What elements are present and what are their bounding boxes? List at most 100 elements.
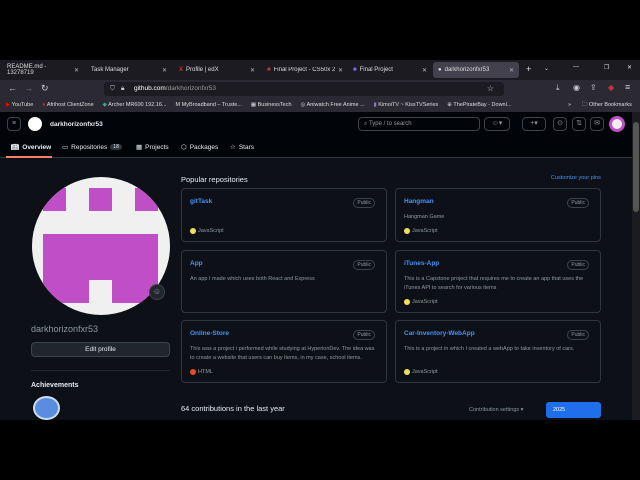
close-icon[interactable]: ✕ [162, 67, 167, 74]
url-host: github.com [134, 85, 166, 92]
menu-icon[interactable]: ≡ [625, 82, 630, 92]
year-2025-button[interactable]: 2025 [546, 402, 601, 418]
close-icon[interactable]: ✕ [74, 67, 79, 74]
visibility-badge: Public [567, 198, 589, 208]
repo-icon: ▭ [62, 144, 69, 151]
extension-icon[interactable]: ◉ [573, 83, 580, 92]
close-icon[interactable]: ✕ [422, 67, 427, 74]
bookmarks-bar: ▶ YouTube ● Afrihost ClientZone ◆ Archer… [0, 98, 640, 112]
achievements-heading: Achievements [31, 382, 79, 389]
language-color-dot [404, 228, 410, 234]
edit-profile-button[interactable]: Edit profile [31, 342, 170, 357]
star-icon[interactable]: ☆ [487, 82, 494, 96]
search-icon: ⌕ [364, 121, 368, 127]
url-input[interactable]: ⛉ 🔒︎ github.com/darkhorizonfxr53 ☆ [104, 82, 504, 96]
bookmark[interactable]: M MyBroadband – Truste... [176, 102, 242, 108]
repo-name-link[interactable]: gitTask [190, 198, 212, 205]
new-tab-icon[interactable]: + [526, 64, 531, 74]
visibility-badge: Public [567, 260, 589, 270]
tab-label: Task Manager [91, 67, 129, 73]
pull-requests-icon[interactable]: ⇅ [572, 117, 586, 131]
repo-language: JavaScript [404, 299, 438, 305]
contribution-settings-button[interactable]: Contribution settings ▾ [469, 407, 523, 413]
tab-edx[interactable]: X Profile | edX ✕ [174, 62, 260, 78]
tab-final-project[interactable]: ■ Final Project ✕ [348, 62, 432, 78]
repo-card: Car-Inventory-WebApp Public This is a proj… [395, 320, 601, 383]
scrollbar-thumb[interactable] [633, 122, 639, 212]
repo-card: Online-Store Public This was a project i p… [181, 320, 387, 383]
repo-name-link[interactable]: iTunes-App [404, 260, 439, 267]
package-icon: ⬡ [181, 144, 187, 151]
forward-icon[interactable]: → [24, 83, 33, 93]
tab-label: Final Project [359, 67, 393, 73]
bookmark[interactable]: ▮ KimoiTV ~ KissTVSeries [374, 102, 439, 108]
hamburger-menu-button[interactable]: ≡ [7, 117, 21, 131]
user-avatar[interactable] [609, 116, 625, 132]
addon-icon[interactable]: ◆ [608, 83, 614, 92]
repo-description: An app I made which uses both React and … [190, 276, 315, 282]
back-icon[interactable]: ← [8, 83, 17, 93]
harvard-icon: ■ [267, 67, 271, 73]
bookmark[interactable]: ▶ YouTube [6, 102, 33, 108]
tab-cs50[interactable]: ■ Final Project - CS50x 20 ✕ [262, 62, 348, 78]
share-icon[interactable]: ⇪ [590, 83, 597, 92]
tab-packages[interactable]: ⬡ Packages [181, 143, 218, 152]
scrollbar[interactable] [632, 112, 640, 420]
create-new-button[interactable]: +▾ [522, 117, 546, 131]
customize-pins-link[interactable]: Customize your pins [551, 175, 601, 181]
repo-name-link[interactable]: Online-Store [190, 330, 229, 337]
close-icon[interactable]: ✕ [250, 67, 255, 74]
tab-overview[interactable]: 📖︎ Overview [11, 143, 51, 152]
repo-card: App Public An app I made which uses both R… [181, 250, 387, 313]
maximize-icon[interactable]: ❐ [604, 64, 609, 71]
github-icon: ● [438, 67, 442, 73]
language-color-dot [190, 228, 196, 234]
tab-projects[interactable]: ▦ Projects [136, 143, 169, 152]
divider [31, 370, 170, 371]
bookmark[interactable]: ◎ Aniwatch Free Anime ... [301, 102, 365, 108]
copilot-button[interactable]: ☺▾ [484, 117, 510, 131]
achievement-badge[interactable] [33, 396, 60, 420]
book-icon: 📖︎ [11, 144, 20, 151]
inbox-icon[interactable]: ✉ [590, 117, 604, 131]
bookmark[interactable]: ◆ Archer MR600 192.16... [103, 102, 167, 108]
close-icon[interactable]: ✕ [509, 67, 514, 74]
tab-stars[interactable]: ☆ Stars [230, 143, 254, 152]
tab-repositories[interactable]: ▭ Repositories 18 [62, 143, 122, 151]
github-logo-icon[interactable] [28, 117, 42, 131]
visibility-badge: Public [567, 330, 589, 340]
header-username[interactable]: darkhorizonfxr53 [50, 121, 103, 128]
repo-name-link[interactable]: Hangman [404, 198, 434, 205]
more-bookmarks-icon[interactable]: » [568, 102, 571, 108]
tab-list-icon[interactable]: ⌄ [544, 65, 549, 72]
other-bookmarks[interactable]: 🗀︎ Other Bookmarks [582, 101, 632, 110]
set-status-icon[interactable]: ☺ [149, 284, 165, 300]
reload-icon[interactable]: ↻ [41, 83, 49, 94]
repo-name-link[interactable]: App [190, 260, 203, 267]
bookmark[interactable]: ▦ BusinessTech [251, 102, 292, 108]
popular-repos-heading: Popular repositories [181, 175, 248, 184]
github-header: ≡ darkhorizonfxr53 ⌕ Type / to search ☺▾… [0, 112, 632, 138]
bookmark[interactable]: ⊕ ThePirateBay - Downl... [447, 102, 511, 108]
address-bar: ← → ↻ ⛉ 🔒︎ github.com/darkhorizonfxr53 ☆ ⤓ … [0, 80, 640, 98]
tab-github[interactable]: ● darkhorizonfxr53 ✕ [433, 62, 519, 78]
star-icon: ☆ [230, 144, 236, 151]
issues-icon[interactable]: ⊙ [553, 117, 567, 131]
profile-username: darkhorizonfxr53 [31, 324, 99, 334]
tab-readme[interactable]: README.md - 13278719 ✕ [2, 62, 84, 78]
repo-language: JavaScript [404, 228, 438, 234]
github-page: ≡ darkhorizonfxr53 ⌕ Type / to search ☺▾… [0, 112, 632, 420]
close-window-icon[interactable]: ✕ [627, 64, 632, 71]
close-icon[interactable]: ✕ [338, 67, 343, 74]
search-input[interactable]: ⌕ Type / to search [358, 117, 480, 131]
repo-name-link[interactable]: Car-Inventory-WebApp [404, 330, 475, 337]
tab-label: Profile | edX [186, 67, 219, 73]
tab-task-manager[interactable]: Task Manager ✕ [86, 62, 172, 78]
download-icon[interactable]: ⤓ [556, 83, 560, 93]
tab-label: Final Project - CS50x 20 [273, 67, 335, 73]
visibility-badge: Public [353, 260, 375, 270]
bookmark[interactable]: ● Afrihost ClientZone [42, 102, 93, 108]
edx-icon: X [179, 67, 184, 73]
minimize-icon[interactable]: — [573, 64, 579, 70]
repo-description: Hangman Game [404, 214, 445, 220]
